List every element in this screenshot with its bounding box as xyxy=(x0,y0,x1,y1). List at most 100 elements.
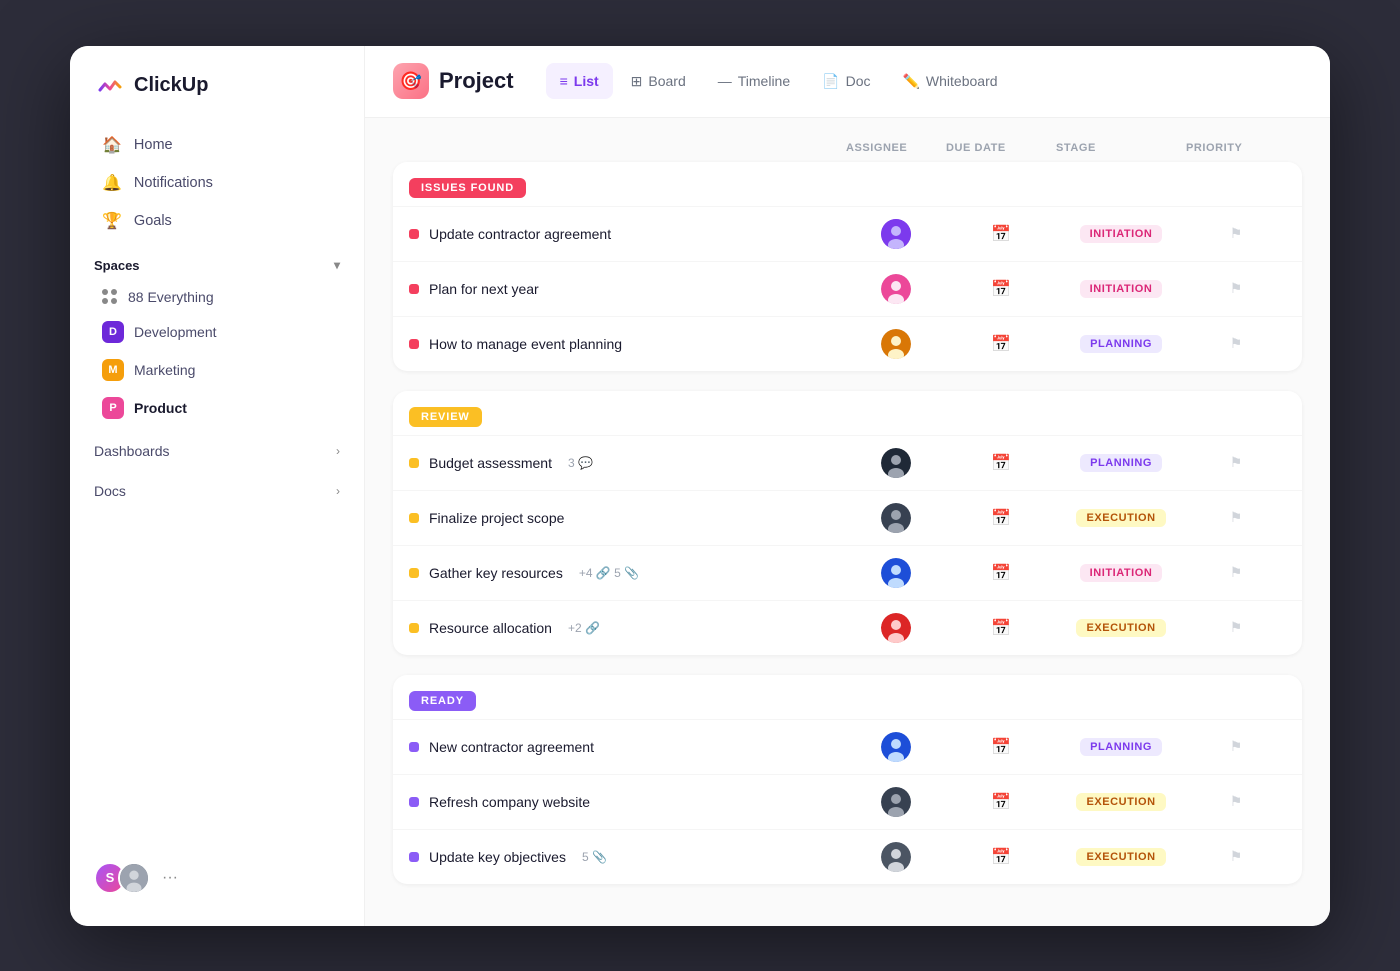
section-ready: READY New contractor agreement 📅 xyxy=(393,675,1302,884)
date-cell: 📅 xyxy=(946,847,1056,867)
avatar xyxy=(881,274,911,304)
clickup-logo-icon xyxy=(94,70,126,102)
date-cell: 📅 xyxy=(946,792,1056,812)
task-row[interactable]: Refresh company website 📅 EXECUTION xyxy=(393,774,1302,829)
sidebar: ClickUp 🏠 Home 🔔 Notifications 🏆 Goals S… xyxy=(70,46,365,926)
sidebar-item-product[interactable]: P Product xyxy=(78,389,356,427)
list-tab-icon: ≡ xyxy=(560,73,568,89)
whiteboard-tab-icon: ✏️ xyxy=(902,73,919,90)
stage-cell: EXECUTION xyxy=(1056,848,1186,866)
flag-icon: ⚑ xyxy=(1230,793,1243,810)
task-meta: +2 🔗 xyxy=(568,621,600,635)
flag-icon: ⚑ xyxy=(1230,225,1243,242)
task-row[interactable]: Finalize project scope 📅 EXECUTION xyxy=(393,490,1302,545)
priority-cell: ⚑ xyxy=(1186,564,1286,581)
date-cell: 📅 xyxy=(946,334,1056,354)
stage-cell: INITIATION xyxy=(1056,564,1186,582)
section-label-issues: ISSUES FOUND xyxy=(409,178,526,198)
assignee-cell xyxy=(846,448,946,478)
task-meta: 5 📎 xyxy=(582,850,607,864)
date-cell: 📅 xyxy=(946,508,1056,528)
stage-badge: INITIATION xyxy=(1080,280,1163,298)
flag-icon: ⚑ xyxy=(1230,280,1243,297)
task-row[interactable]: Plan for next year 📅 INITIATION ⚑ xyxy=(393,261,1302,316)
task-name: How to manage event planning xyxy=(409,336,846,352)
section-label-review: REVIEW xyxy=(409,407,482,427)
calendar-icon: 📅 xyxy=(991,618,1011,638)
assignee-cell xyxy=(846,503,946,533)
timeline-tab-icon: — xyxy=(718,73,732,89)
date-cell: 📅 xyxy=(946,224,1056,244)
avatar xyxy=(881,842,911,872)
task-name: Budget assessment 3 💬 xyxy=(409,455,846,471)
flag-icon: ⚑ xyxy=(1230,454,1243,471)
task-row[interactable]: Resource allocation +2 🔗 📅 EXECUTION xyxy=(393,600,1302,655)
task-row[interactable]: Update contractor agreement 📅 INITIATION xyxy=(393,206,1302,261)
sidebar-item-everything[interactable]: 88 Everything xyxy=(78,281,356,313)
sidebar-item-marketing[interactable]: M Marketing xyxy=(78,351,356,389)
tab-timeline[interactable]: — Timeline xyxy=(704,63,804,99)
tab-list[interactable]: ≡ List xyxy=(546,63,613,99)
avatar xyxy=(881,329,911,359)
tab-whiteboard[interactable]: ✏️ Whiteboard xyxy=(888,63,1011,99)
flag-icon: ⚑ xyxy=(1230,738,1243,755)
flag-icon: ⚑ xyxy=(1230,335,1243,352)
priority-cell: ⚑ xyxy=(1186,793,1286,810)
dashboards-arrow-icon: › xyxy=(336,444,340,458)
task-row[interactable]: Gather key resources +4 🔗 5 📎 📅 INITIATI… xyxy=(393,545,1302,600)
date-cell: 📅 xyxy=(946,737,1056,757)
task-row[interactable]: New contractor agreement 📅 PLANNING xyxy=(393,719,1302,774)
avatar xyxy=(881,219,911,249)
stage-cell: PLANNING xyxy=(1056,738,1186,756)
development-badge: D xyxy=(102,321,124,343)
avatar-face xyxy=(120,863,148,893)
date-cell: 📅 xyxy=(946,618,1056,638)
task-row[interactable]: Budget assessment 3 💬 📅 PLANNING xyxy=(393,435,1302,490)
assignee-cell xyxy=(846,613,946,643)
priority-cell: ⚑ xyxy=(1186,280,1286,297)
task-name: Gather key resources +4 🔗 5 📎 xyxy=(409,565,846,581)
calendar-icon: 📅 xyxy=(991,847,1011,867)
nav-goals[interactable]: 🏆 Goals xyxy=(78,202,356,240)
assignee-cell xyxy=(846,732,946,762)
project-title: Project xyxy=(439,68,514,94)
stage-cell: INITIATION xyxy=(1056,225,1186,243)
avatar-stack: S xyxy=(94,862,150,894)
flag-icon: ⚑ xyxy=(1230,564,1243,581)
app-name: ClickUp xyxy=(134,74,208,97)
task-meta: 3 💬 xyxy=(568,456,593,470)
tab-doc[interactable]: 📄 Doc xyxy=(808,63,884,99)
task-name: Refresh company website xyxy=(409,794,846,810)
nav-home[interactable]: 🏠 Home xyxy=(78,126,356,164)
task-priority-dot xyxy=(409,568,419,578)
stage-badge: PLANNING xyxy=(1080,738,1162,756)
nav-notifications[interactable]: 🔔 Notifications xyxy=(78,164,356,202)
section-label-ready: READY xyxy=(409,691,476,711)
task-priority-dot xyxy=(409,513,419,523)
date-cell: 📅 xyxy=(946,279,1056,299)
task-row[interactable]: How to manage event planning 📅 PLANNING xyxy=(393,316,1302,371)
task-row[interactable]: Update key objectives 5 📎 📅 EXECUTION xyxy=(393,829,1302,884)
priority-cell: ⚑ xyxy=(1186,848,1286,865)
flag-icon: ⚑ xyxy=(1230,848,1243,865)
stage-cell: EXECUTION xyxy=(1056,793,1186,811)
app-window: ClickUp 🏠 Home 🔔 Notifications 🏆 Goals S… xyxy=(70,46,1330,926)
task-name: Resource allocation +2 🔗 xyxy=(409,620,846,636)
product-badge: P xyxy=(102,397,124,419)
spaces-header: Spaces ▾ xyxy=(70,240,364,281)
assignee-cell xyxy=(846,274,946,304)
nav-dashboards[interactable]: Dashboards › xyxy=(70,427,364,467)
task-name: New contractor agreement xyxy=(409,739,846,755)
sidebar-item-development[interactable]: D Development xyxy=(78,313,356,351)
calendar-icon: 📅 xyxy=(991,453,1011,473)
priority-cell: ⚑ xyxy=(1186,225,1286,242)
calendar-icon: 📅 xyxy=(991,737,1011,757)
tab-board[interactable]: ⊞ Board xyxy=(617,63,700,99)
stage-badge: EXECUTION xyxy=(1076,509,1165,527)
calendar-icon: 📅 xyxy=(991,792,1011,812)
task-name: Update key objectives 5 📎 xyxy=(409,849,846,865)
task-meta: +4 🔗 5 📎 xyxy=(579,566,639,580)
nav-docs[interactable]: Docs › xyxy=(70,467,364,507)
sidebar-bottom: S ··· xyxy=(70,846,364,910)
goals-icon: 🏆 xyxy=(102,211,122,231)
